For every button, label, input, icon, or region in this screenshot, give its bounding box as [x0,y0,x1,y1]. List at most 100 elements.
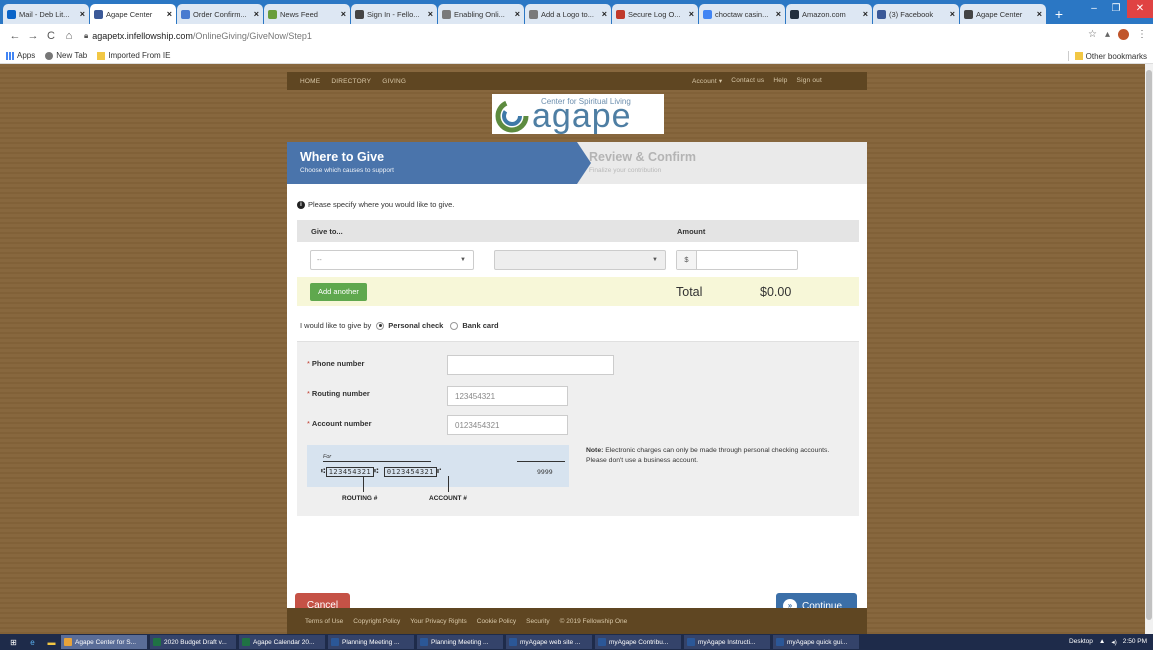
browser-tab[interactable]: Agape Center × [960,4,1046,24]
nav-contact-us[interactable]: Contact us [731,77,764,85]
bookmark-new-tab[interactable]: New Tab [45,51,87,60]
desktop-toolbar[interactable]: Desktop [1069,638,1093,646]
minimize-icon[interactable]: – [1083,0,1105,18]
bookmark-imported-from-ie[interactable]: Imported From IE [97,51,170,60]
nav-help[interactable]: Help [773,77,787,85]
tab-close-icon[interactable]: × [776,9,781,19]
nav-directory[interactable]: DIRECTORY [331,78,371,85]
check-number: 9999 [537,468,553,476]
app-icon [64,638,72,646]
tab-close-icon[interactable]: × [428,9,433,19]
browser-tab[interactable]: Amazon.com × [786,4,872,24]
tab-close-icon[interactable]: × [80,9,85,19]
profile-avatar[interactable] [1118,29,1129,40]
browser-tab[interactable]: News Feed × [264,4,350,24]
clock[interactable]: 2:50 PM [1123,638,1147,646]
fund-select[interactable]: -- ▼ [310,250,474,270]
add-another-button[interactable]: Add another [310,283,367,301]
tab-favicon-icon [529,9,538,19]
tab-favicon-icon [94,9,103,19]
ie-icon[interactable]: e [27,637,38,648]
app-icon [153,638,161,646]
browser-tab[interactable]: Order Confirm... × [177,4,263,24]
browser-tab[interactable]: Enabling Onli... × [438,4,524,24]
footer-terms[interactable]: Terms of Use [305,618,343,625]
tab-favicon-icon [7,9,16,19]
extension-icon[interactable]: ▴ [1105,29,1110,40]
info-message: i Please specify where you would like to… [297,200,454,209]
tab-close-icon[interactable]: × [689,9,694,19]
browser-tab[interactable]: Add a Logo to... × [525,4,611,24]
browser-tab[interactable]: Mail - Deb Lit... × [3,4,89,24]
taskbar-item[interactable]: Planning Meeting ... [417,635,503,649]
volume-icon[interactable]: ◂) [1111,638,1116,646]
address-bar[interactable]: 🔒︎ agapetx.infellowship.com/OnlineGiving… [84,31,312,41]
browser-tab[interactable]: (3) Facebook × [873,4,959,24]
scrollbar-thumb[interactable] [1146,70,1152,620]
reload-icon[interactable]: C [42,30,60,42]
taskbar-item[interactable]: myAgape Instructi... [684,635,770,649]
footer-cookie[interactable]: Cookie Policy [477,618,516,625]
back-icon[interactable]: ← [6,30,24,42]
routing-digits: 123454321 [325,467,375,477]
file-explorer-icon[interactable]: ▬ [46,637,57,648]
radio-bank-card[interactable] [450,321,459,330]
tab-close-icon[interactable]: × [950,9,955,19]
browser-tab[interactable]: Sign In - Fello... × [351,4,437,24]
taskbar-item[interactable]: myAgape Contribu... [595,635,681,649]
tab-close-icon[interactable]: × [254,9,259,19]
taskbar-item[interactable]: 2020 Budget Draft v... [150,635,236,649]
tab-close-icon[interactable]: × [167,9,172,19]
footer-privacy[interactable]: Your Privacy Rights [410,618,466,625]
routing-number-input[interactable]: 123454321 [447,386,568,406]
tab-close-icon[interactable]: × [341,9,346,19]
tab-title: Agape Center [976,9,1023,19]
app-icon [420,638,428,646]
forward-icon[interactable]: → [24,30,42,42]
tab-title: Add a Logo to... [541,9,594,19]
tab-close-icon[interactable]: × [515,9,520,19]
restore-icon[interactable]: ❐ [1105,0,1127,18]
windows-start-icon[interactable]: ⊞ [8,637,19,648]
nav-giving[interactable]: GIVING [382,78,406,85]
tab-close-icon[interactable]: × [863,9,868,19]
browser-tab[interactable]: choctaw casin... × [699,4,785,24]
amount-input[interactable]: $ [676,250,798,270]
nav-sign-out[interactable]: Sign out [797,77,822,85]
phone-input[interactable] [447,355,614,375]
bookmark-star-icon[interactable]: ☆ [1088,29,1097,40]
taskbar-item[interactable]: Agape Calendar 20... [239,635,325,649]
apps-grid-icon [6,51,14,60]
other-bookmarks[interactable]: Other bookmarks [1067,51,1147,61]
account-number-input[interactable]: 0123454321 [447,415,568,435]
tab-title: Mail - Deb Lit... [19,9,70,19]
page-scrollbar[interactable] [1145,64,1153,634]
browser-tab[interactable]: Agape Center × [90,4,176,24]
new-tab-icon[interactable]: + [1050,4,1068,24]
nav-home[interactable]: HOME [300,78,320,85]
close-window-icon[interactable]: ✕ [1127,0,1153,18]
nav-account[interactable]: Account ▾ [692,77,722,85]
app-icon [331,638,339,646]
taskbar-item[interactable]: Agape Center for S... [61,635,147,649]
radio-personal-check[interactable] [376,321,385,330]
taskbar-item[interactable]: myAgape web site ... [506,635,592,649]
subfund-select[interactable]: ▼ [494,250,666,270]
footer-security[interactable]: Security [526,618,549,625]
home-icon[interactable]: ⌂ [60,30,78,42]
taskbar-item[interactable]: Planning Meeting ... [328,635,414,649]
taskbar-item[interactable]: myAgape quick gui... [773,635,859,649]
phone-label: * Phone number [307,359,365,368]
tab-close-icon[interactable]: × [602,9,607,19]
globe-icon [45,51,54,60]
agape-logo: Center for Spiritual Living agape [492,94,664,135]
footer-copyright[interactable]: Copyright Policy [353,618,400,625]
site-nav: HOME DIRECTORY GIVING Account ▾ Contact … [287,72,867,90]
network-icon[interactable]: ▲ [1099,638,1105,646]
tab-close-icon[interactable]: × [1037,9,1042,19]
menu-icon[interactable]: ⋮ [1137,29,1147,40]
browser-tab[interactable]: Secure Log O... × [612,4,698,24]
folder-icon [97,51,106,60]
bookmark-apps[interactable]: Apps [6,51,35,60]
giving-card: Where to Give Choose which causes to sup… [287,142,867,628]
